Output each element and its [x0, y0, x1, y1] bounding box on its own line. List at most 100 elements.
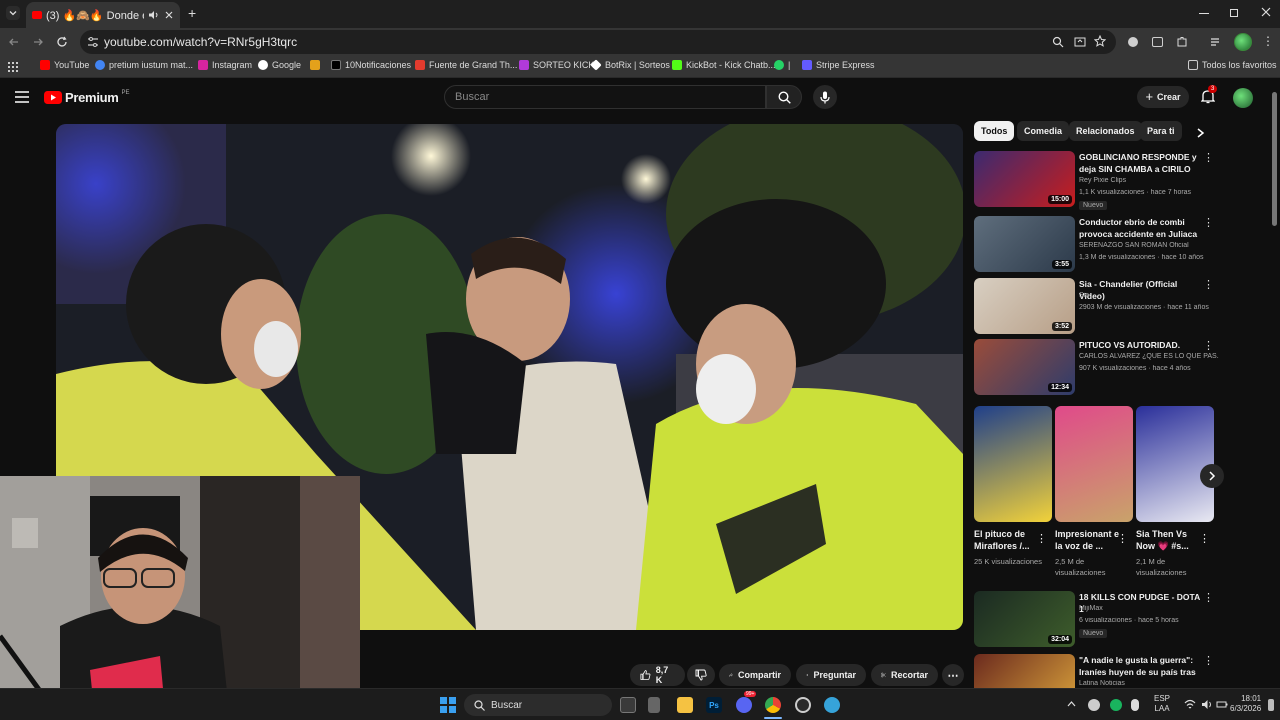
bookmark-gta[interactable]: Fuente de Grand Th...	[415, 60, 517, 70]
more-options-icon[interactable]: ⋮	[1203, 654, 1214, 667]
taskbar-search[interactable]: Buscar	[464, 694, 612, 716]
short-item[interactable]: Impresionant e la voz de ... 2,5 M de vi…	[1055, 406, 1133, 578]
apps-grid-icon[interactable]	[8, 62, 18, 72]
windows-start-icon[interactable]	[440, 697, 456, 713]
video-title[interactable]: Conductor ebrio de combi provoca acciden…	[1079, 216, 1203, 240]
video-thumbnail[interactable]	[974, 654, 1075, 688]
channel-name[interactable]: Latina Noticias	[1079, 680, 1219, 687]
bookmark-stripe[interactable]: Stripe Express	[802, 60, 875, 70]
channel-name[interactable]: Rey Pixie Clips	[1079, 177, 1219, 184]
chevron-up-icon[interactable]	[1067, 701, 1076, 707]
steam-icon[interactable]	[795, 697, 811, 713]
bookmark-extension[interactable]	[310, 60, 320, 70]
task-view-icon[interactable]	[620, 697, 636, 713]
puzzle-icon[interactable]	[1176, 36, 1188, 48]
chip-comedy[interactable]: Comedia	[1017, 121, 1070, 141]
ask-button[interactable]: Preguntar	[796, 664, 866, 686]
chrome-icon[interactable]	[765, 697, 781, 713]
channel-name[interactable]: Sia	[1079, 292, 1219, 299]
page-scrollbar[interactable]	[1272, 92, 1277, 226]
chevron-right-icon[interactable]	[1196, 128, 1205, 138]
video-title[interactable]: "A nadie le gusta la guerra": Iraníes hu…	[1079, 654, 1203, 678]
volume-icon[interactable]	[1201, 699, 1213, 710]
bookmark-kickbot[interactable]: KickBot - Kick Chatb...	[672, 60, 776, 70]
close-window-button[interactable]	[1260, 6, 1272, 18]
zoom-icon[interactable]	[1052, 36, 1064, 48]
active-tab[interactable]: (3) 🔥🙈🔥 Donde está m	[26, 2, 180, 28]
bookmark-x[interactable]: 10Notificaciones	[331, 60, 411, 70]
video-title[interactable]: PITUCO VS AUTORIDAD.	[1079, 339, 1203, 351]
notifications-button[interactable]: 3	[1201, 85, 1218, 104]
more-options-icon[interactable]: ⋮	[1203, 278, 1214, 291]
short-thumbnail[interactable]	[1055, 406, 1133, 522]
more-options-icon[interactable]: ⋮	[1199, 532, 1210, 545]
bookmark-sorteo-kick[interactable]: SORTEO KICK	[519, 60, 594, 70]
bookmark-google[interactable]: Google	[258, 60, 301, 70]
tray-app-icon[interactable]	[1088, 699, 1100, 711]
hamburger-menu-icon[interactable]	[15, 91, 29, 103]
new-tab-button[interactable]: +	[188, 6, 196, 20]
short-title[interactable]: Impresionant e la voz de ...	[1055, 528, 1119, 552]
shorts-next-button[interactable]	[1200, 464, 1224, 488]
globe-app-icon[interactable]	[824, 697, 840, 713]
channel-name[interactable]: CARLOS ALVAREZ ¿QUE ES LO QUE PAS...	[1079, 353, 1219, 360]
recommendation-item[interactable]: 15:00 GOBLINCIANO RESPONDE y deja SIN CH…	[974, 151, 1220, 210]
forward-icon[interactable]	[32, 36, 44, 48]
short-title[interactable]: El pituco de Miraflores /...	[974, 528, 1038, 552]
notification-center-icon[interactable]	[1268, 699, 1274, 711]
recommendation-item[interactable]: 32:04 18 KILLS CON PUDGE - DOTA 1 MijiMa…	[974, 591, 1220, 649]
recommendation-item[interactable]: 12:34 PITUCO VS AUTORIDAD. CARLOS ALVARE…	[974, 339, 1220, 397]
channel-name[interactable]: MijiMax	[1079, 605, 1219, 612]
close-tab-icon[interactable]	[164, 10, 174, 20]
share-button[interactable]: Compartir	[719, 664, 791, 686]
bookmark-pretium[interactable]: pretium iustum mat...	[95, 60, 193, 70]
chip-related[interactable]: Relacionados	[1069, 121, 1142, 141]
photoshop-icon[interactable]: Ps	[706, 697, 722, 713]
extension-icon[interactable]	[1128, 37, 1138, 47]
channel-name[interactable]: SERENAZGO SAN ROMAN Oficial	[1079, 242, 1219, 249]
bookmark-instagram[interactable]: Instagram	[198, 60, 252, 70]
more-options-icon[interactable]: ⋮	[1203, 216, 1214, 229]
star-icon[interactable]	[1094, 35, 1106, 47]
recommendation-item[interactable]: "A nadie le gusta la guerra": Iraníes hu…	[974, 654, 1220, 688]
bookmark-botrix[interactable]: BotRix | Sorteos	[590, 59, 670, 71]
tray-app-icon[interactable]	[1110, 699, 1122, 711]
chrome-menu-icon[interactable]: ⋮	[1262, 35, 1274, 47]
tab-search-button[interactable]	[6, 6, 20, 20]
video-thumbnail[interactable]: 3:55	[974, 216, 1075, 272]
wifi-icon[interactable]	[1184, 699, 1196, 710]
microphone-tray-icon[interactable]	[1131, 699, 1139, 711]
language-indicator[interactable]: ESP LAA	[1154, 694, 1170, 714]
create-button[interactable]: + Crear	[1137, 86, 1189, 108]
video-thumbnail[interactable]: 3:52	[974, 278, 1075, 334]
speaker-icon[interactable]	[148, 10, 160, 20]
search-input[interactable]: Buscar	[444, 85, 766, 109]
profile-avatar[interactable]	[1234, 33, 1252, 51]
bookmark-youtube[interactable]: YouTube	[40, 60, 89, 70]
video-title[interactable]: GOBLINCIANO RESPONDE y deja SIN CHAMBA a…	[1079, 151, 1203, 175]
more-options-icon[interactable]: ⋮	[1203, 339, 1214, 352]
search-button[interactable]	[766, 85, 802, 109]
clip-button[interactable]: Recortar	[871, 664, 938, 686]
video-thumbnail[interactable]: 32:04	[974, 591, 1075, 647]
more-options-icon[interactable]: ⋮	[1117, 532, 1128, 545]
more-options-icon[interactable]: ⋮	[1203, 591, 1214, 604]
cast-icon[interactable]	[1074, 36, 1086, 48]
more-actions-button[interactable]: ⋯	[942, 664, 964, 686]
all-favorites[interactable]: Todos los favoritos	[1188, 60, 1277, 70]
short-item[interactable]: Sia Then Vs Now 💗 #s... 2,1 M de visuali…	[1136, 406, 1214, 578]
like-button[interactable]: 8,7 K	[630, 664, 685, 686]
recommendation-item[interactable]: 3:55 Conductor ebrio de combi provoca ac…	[974, 216, 1220, 274]
minimize-button[interactable]	[1199, 13, 1209, 14]
chip-for-you[interactable]: Para ti	[1140, 121, 1182, 141]
reload-icon[interactable]	[56, 36, 68, 48]
more-options-icon[interactable]: ⋮	[1036, 532, 1047, 545]
chip-all[interactable]: Todos	[974, 121, 1015, 141]
back-icon[interactable]	[8, 36, 20, 48]
media-list-icon[interactable]	[1210, 36, 1222, 48]
restore-button[interactable]	[1230, 9, 1238, 17]
short-title[interactable]: Sia Then Vs Now 💗 #s...	[1136, 528, 1200, 552]
battery-icon[interactable]	[1216, 699, 1228, 710]
app-icon[interactable]	[648, 697, 660, 713]
discord-icon[interactable]: 99+	[736, 691, 757, 713]
